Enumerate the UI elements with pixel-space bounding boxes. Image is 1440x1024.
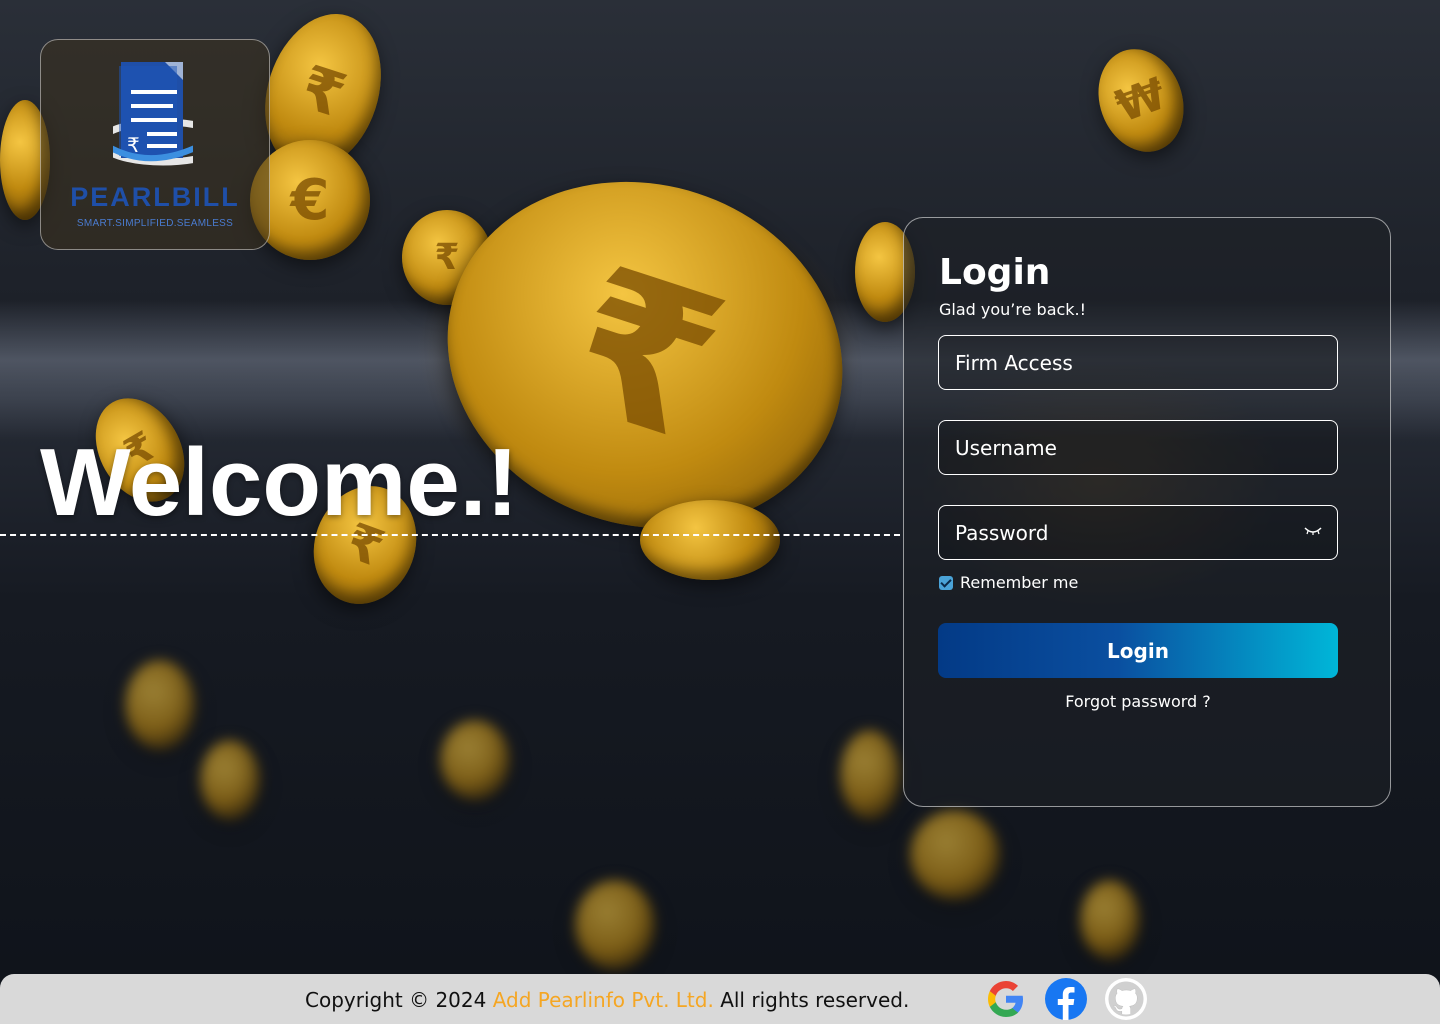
login-button[interactable]: Login — [938, 623, 1338, 678]
welcome-heading: Welcome.! — [40, 429, 519, 536]
login-card: Login Glad you’re back.! Remember me Log… — [903, 217, 1391, 807]
coin-decor — [575, 880, 655, 970]
coin-decor — [125, 660, 195, 750]
login-subtitle: Glad you’re back.! — [939, 300, 1087, 319]
logo-card: ₹ PEARLBILL SMART.SIMPLIFIED.SEAMLESS — [40, 39, 270, 250]
remember-me[interactable]: Remember me — [939, 573, 1078, 592]
eye-closed-icon[interactable] — [1303, 524, 1323, 538]
login-title: Login — [939, 252, 1051, 293]
firm-access-field[interactable] — [938, 335, 1338, 390]
coin-decor — [200, 740, 260, 820]
google-icon[interactable] — [985, 978, 1027, 1020]
facebook-icon[interactable] — [1045, 978, 1087, 1020]
coin-decor — [640, 500, 780, 580]
remember-checkbox[interactable] — [939, 575, 953, 590]
coin-decor: ₩ — [1084, 37, 1198, 164]
github-icon[interactable] — [1105, 978, 1147, 1020]
remember-label: Remember me — [960, 573, 1079, 592]
brand-tagline: SMART.SIMPLIFIED.SEAMLESS — [76, 218, 234, 229]
firm-access-input[interactable] — [955, 350, 1295, 375]
coin-decor — [440, 720, 510, 800]
username-field[interactable] — [938, 420, 1338, 475]
password-field[interactable] — [938, 505, 1338, 560]
dashed-divider — [0, 534, 900, 536]
forgot-password-link[interactable]: Forgot password ? — [938, 692, 1338, 711]
coin-decor — [1080, 880, 1140, 960]
copyright-prefix: Copyright © 2024 — [305, 988, 487, 1012]
footer: Copyright © 2024 Add Pearlinfo Pvt. Ltd.… — [0, 974, 1440, 1024]
coin-decor — [840, 730, 900, 820]
username-input[interactable] — [955, 435, 1295, 460]
copyright-text: Copyright © 2024 Add Pearlinfo Pvt. Ltd.… — [305, 988, 909, 1012]
document-logo-icon: ₹ — [113, 62, 193, 166]
brand-name: PEARLBILL — [70, 182, 240, 212]
password-input[interactable] — [955, 520, 1295, 545]
coin-decor — [910, 810, 1000, 900]
company-link[interactable]: Add Pearlinfo Pvt. Ltd. — [493, 988, 714, 1012]
copyright-rights: All rights reserved. — [720, 988, 910, 1012]
